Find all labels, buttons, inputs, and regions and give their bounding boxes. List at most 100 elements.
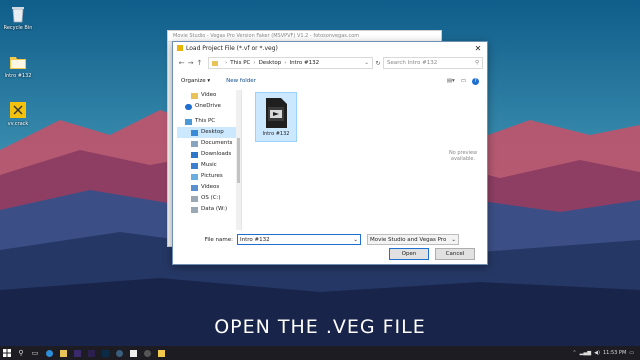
refresh-icon[interactable]: ↻: [373, 60, 383, 67]
obs-icon[interactable]: [140, 346, 154, 360]
network-icon[interactable]: ▂▄▆: [580, 350, 592, 356]
breadcrumb-intro[interactable]: Intro #132: [289, 60, 319, 66]
sidebar-item-music[interactable]: Music: [177, 160, 241, 171]
preview-line: available.: [450, 156, 476, 162]
steam-icon[interactable]: [112, 346, 126, 360]
desktop-icon-folder[interactable]: Intro #132: [3, 52, 33, 79]
drive-icon: [191, 195, 198, 202]
breadcrumb-desktop[interactable]: Desktop: [259, 60, 282, 66]
clock[interactable]: 11:53 PM: [603, 350, 626, 356]
vegas-app-icon: [177, 45, 183, 51]
cancel-button[interactable]: Cancel: [435, 248, 475, 260]
folder-icon: [191, 92, 198, 99]
after-effects-icon[interactable]: [70, 346, 84, 360]
chevron-down-icon[interactable]: ⌄: [353, 237, 358, 243]
computer-icon: [185, 118, 192, 125]
file-name-row: File name: Intro #132 ⌄ Movie Studio and…: [177, 234, 483, 245]
sidebar-item-pictures[interactable]: Pictures: [177, 171, 241, 182]
file-type-select[interactable]: Movie Studio and Vegas Pro ⌄: [367, 234, 459, 245]
dialog-buttons: Open Cancel: [177, 248, 483, 260]
view-tools: ▤▾ ▭ ?: [447, 77, 479, 85]
breadcrumb[interactable]: › This PC › Desktop › Intro #132 ⌄: [208, 57, 373, 69]
desktop-icon-label: Intro #132: [4, 73, 32, 79]
taskbar: ⚲ ▭ ⌃ ▂▄▆ ◀) 11:53 PM ▭: [0, 346, 640, 360]
file-name-input[interactable]: Intro #132 ⌄: [237, 234, 361, 245]
file-name-label: File name:: [204, 236, 233, 243]
drive-icon: [191, 206, 198, 213]
search-input[interactable]: Search Intro #132 ⚲: [383, 57, 483, 69]
sidebar-item-downloads[interactable]: Downloads: [177, 149, 241, 160]
pictures-icon: [191, 173, 198, 180]
desktop-icon-recycle-bin[interactable]: Recycle Bin: [3, 4, 33, 31]
volume-icon[interactable]: ◀): [594, 350, 600, 356]
desktop-icon-label: vv.crack: [7, 121, 29, 127]
sidebar-item-label: OS (C:): [201, 195, 221, 201]
sidebar-item-label: Video: [201, 92, 217, 98]
sidebar-item-os-c[interactable]: OS (C:): [177, 193, 241, 204]
premiere-icon[interactable]: [84, 346, 98, 360]
downloads-icon: [191, 151, 198, 158]
sidebar-item-label: Data (W:): [201, 206, 228, 212]
chevron-right-icon: ›: [284, 60, 287, 66]
load-project-dialog: Load Project File (*.vf or *.veg) ✕ ← → …: [172, 41, 488, 265]
folder-icon: [212, 60, 218, 66]
edge-icon[interactable]: [42, 346, 56, 360]
help-icon[interactable]: ?: [472, 77, 479, 85]
windows-icon[interactable]: [0, 346, 14, 360]
sidebar-item-onedrive[interactable]: OneDrive: [177, 101, 241, 112]
explorer-icon[interactable]: [56, 346, 70, 360]
photoshop-icon[interactable]: [98, 346, 112, 360]
file-type-value: Movie Studio and Vegas Pro: [370, 236, 447, 243]
sidebar-item-label: OneDrive: [195, 103, 221, 109]
up-button[interactable]: ↑: [195, 59, 204, 67]
file-name-value: Intro #132: [240, 236, 270, 243]
veg-file-icon: [264, 97, 288, 129]
dialog-titlebar[interactable]: Load Project File (*.vf or *.veg) ✕: [173, 42, 487, 54]
back-button[interactable]: ←: [177, 59, 186, 67]
documents-icon: [191, 140, 198, 147]
preview-pane: No preview available.: [443, 150, 483, 162]
forward-button[interactable]: →: [186, 59, 195, 67]
task-view-icon[interactable]: ▭: [28, 346, 42, 360]
sidebar-item-label: Desktop: [201, 129, 224, 135]
breadcrumb-this-pc[interactable]: This PC: [230, 60, 250, 66]
video-caption: OPEN THE .VEG FILE: [214, 316, 426, 338]
open-button[interactable]: Open: [389, 248, 429, 260]
chevron-up-icon[interactable]: ⌃: [572, 350, 576, 356]
sidebar-item-this-pc[interactable]: This PC: [177, 116, 241, 127]
dialog-toolbar: Organize ▾ New folder ▤▾ ▭ ?: [181, 76, 479, 86]
file-item-veg[interactable]: Intro #132: [255, 92, 297, 142]
sidebar-item-data-w[interactable]: Data (W:): [177, 204, 241, 215]
recycle-bin-icon: [8, 4, 28, 24]
scrollbar-thumb[interactable]: [237, 138, 240, 183]
search-icon[interactable]: ⚲: [14, 346, 28, 360]
notifications-icon[interactable]: ▭: [629, 350, 634, 356]
folder-icon: [8, 52, 28, 72]
search-placeholder: Search Intro #132: [387, 60, 438, 66]
close-icon[interactable]: ✕: [473, 44, 483, 53]
navigation-pane: Video OneDrive This PC Desktop Documents…: [177, 90, 242, 230]
preview-pane-icon[interactable]: ▭: [461, 78, 466, 85]
dialog-title: Load Project File (*.vf or *.veg): [186, 44, 278, 52]
vegas-icon[interactable]: [126, 346, 140, 360]
desktop-icon: [191, 129, 198, 136]
sidebar-item-label: Pictures: [201, 173, 223, 179]
file-list: Intro #132: [245, 90, 445, 230]
chevron-down-icon[interactable]: ⌄: [364, 60, 369, 66]
sidebar-item-documents[interactable]: Documents: [177, 138, 241, 149]
sidebar-item-videos[interactable]: Videos: [177, 182, 241, 193]
address-bar-row: ← → ↑ › This PC › Desktop › Intro #132 ⌄…: [177, 57, 483, 69]
sidebar-item-label: Downloads: [201, 151, 232, 157]
sidebar-item-label: Music: [201, 162, 217, 168]
sidebar-scrollbar[interactable]: [236, 90, 241, 230]
folder-icon[interactable]: [154, 346, 168, 360]
sidebar-item-desktop[interactable]: Desktop: [177, 127, 241, 138]
new-folder-button[interactable]: New folder: [226, 78, 256, 84]
organize-button[interactable]: Organize ▾: [181, 78, 210, 84]
view-options-icon[interactable]: ▤▾: [447, 78, 455, 85]
sidebar-item-video[interactable]: Video: [177, 90, 241, 101]
search-icon: ⚲: [474, 60, 479, 66]
system-tray: ⌃ ▂▄▆ ◀) 11:53 PM ▭: [572, 350, 640, 356]
desktop-icon-app[interactable]: vv.crack: [3, 100, 33, 127]
onedrive-icon: [185, 103, 192, 110]
